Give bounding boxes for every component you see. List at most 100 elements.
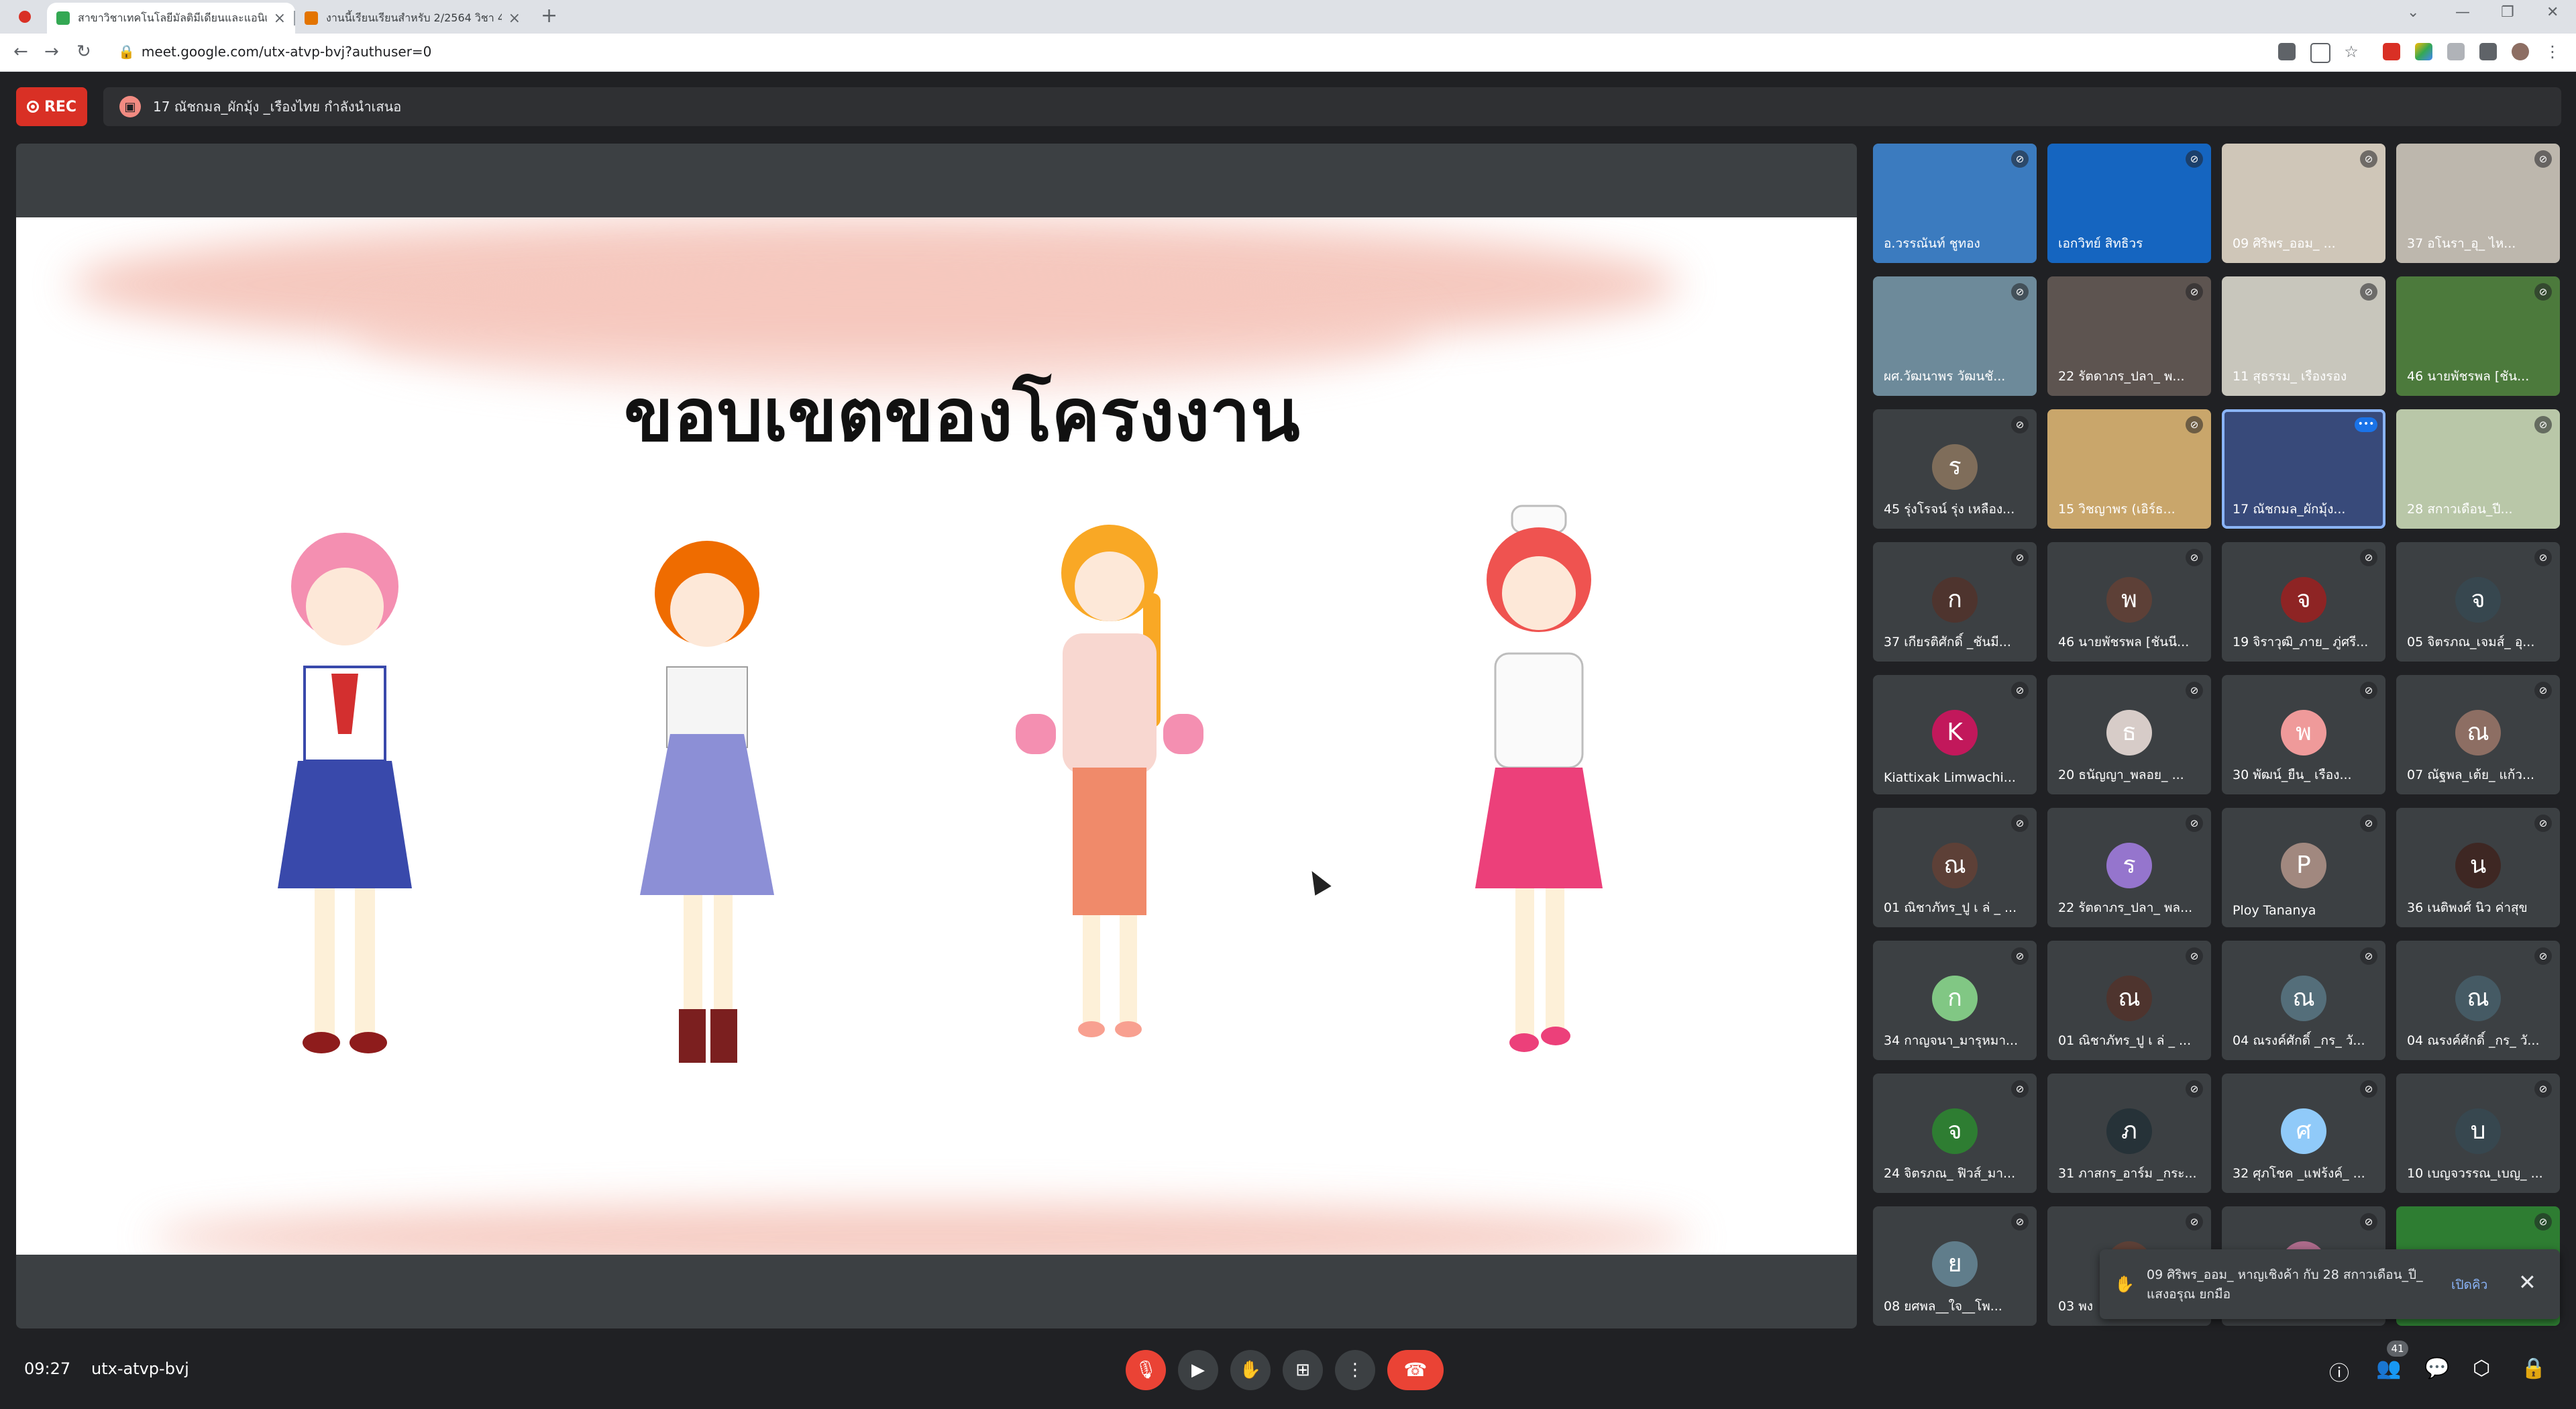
close-window-icon[interactable]: ✕	[2546, 4, 2559, 21]
restore-icon[interactable]: ❐	[2501, 4, 2514, 21]
participant-tile[interactable]: ⊘ 37 อโนรา_อุ_ ไห...	[2396, 144, 2560, 263]
participant-tile[interactable]: จ ⊘ 24 จิตรภณ_ ฟิวส์_มา...	[1873, 1074, 2037, 1193]
tab-assignment[interactable]: งานนี้เรียนเรียนสำหรับ 2/2564 วิชา 43 ×	[295, 3, 530, 34]
puzzle-icon[interactable]	[2479, 43, 2497, 60]
participant-tile[interactable]: ณ ⊘ 01 ณิชาภัทร_ปู เ ล่ _ ...	[1873, 808, 2037, 927]
minimize-icon[interactable]: —	[2455, 4, 2470, 21]
participant-tile[interactable]: ⊘ 46 นายพัชรพล [ชัน...	[2396, 276, 2560, 396]
mic-muted-icon: ⊘	[2186, 549, 2203, 566]
participant-name: 37 อโนรา_อุ_ ไห...	[2407, 236, 2516, 251]
end-call-button[interactable]: ☎	[1387, 1350, 1444, 1390]
recording-badge[interactable]: REC	[16, 87, 87, 126]
mic-muted-icon: ⊘	[2186, 416, 2203, 433]
mic-muted-icon: ⊘	[2360, 1080, 2377, 1098]
participant-tile[interactable]: ⊘ อ.วรรณันท์ ชูทอง	[1873, 144, 2037, 263]
chat-icon[interactable]: 💬	[2424, 1357, 2449, 1380]
host-controls-icon[interactable]: 🔒	[2521, 1357, 2546, 1380]
participant-tile[interactable]: P ⊘ Ploy Tananya	[2222, 808, 2385, 927]
mic-muted-icon: ⊘	[2186, 947, 2203, 965]
avatar: ธ	[2106, 710, 2152, 755]
mic-muted-icon: ⊘	[2011, 549, 2029, 566]
tab-search-icon[interactable]: ⌄	[2407, 4, 2419, 21]
camera-button[interactable]: ▶	[1178, 1350, 1218, 1390]
open-queue-button[interactable]: เปิดคิว	[2451, 1275, 2487, 1295]
tab-meet[interactable]: สาขาวิชาเทคโนโลยีมัลติมีเดียนและแอนิเม ×	[47, 3, 295, 34]
mic-off-button[interactable]: 🎙	[1126, 1350, 1166, 1390]
participant-tile[interactable]: ⊘ ผศ.วัฒนาพร วัฒนชั...	[1873, 276, 2037, 396]
meet-favicon-icon	[56, 11, 70, 25]
participant-tile[interactable]: น ⊘ 36 เนติพงศ์ นิว ค่าสุข	[2396, 808, 2560, 927]
participant-tile[interactable]: พ ⊘ 30 พัฒน์_ยืน_ เรือง...	[2222, 675, 2385, 794]
participant-name: Kiattixak Limwachi...	[1884, 770, 2016, 785]
participant-name: 08 ยศพล__ใจ__โพ...	[1884, 1299, 2002, 1314]
participant-tile[interactable]: ศ ⊘ 32 ศุภโชค _แฟร้งค์_ ...	[2222, 1074, 2385, 1193]
bookmark-star-icon[interactable]: ☆	[2343, 43, 2360, 60]
avatar: น	[2455, 843, 2501, 888]
extension-icon[interactable]	[2447, 43, 2465, 60]
participant-tile[interactable]: ณ ⊘ 01 ณิชาภัทร_ปู เ ล่ _ ...	[2047, 941, 2211, 1060]
profile-avatar[interactable]	[2512, 43, 2529, 60]
url-text: meet.google.com/utx-atvp-bvj?authuser=0	[141, 44, 432, 60]
participant-name: 20 ธนัญญา_พลอย_ ...	[2058, 768, 2184, 782]
participant-tile[interactable]: ภ ⊘ 31 ภาสกร_อาร์ม _กระ...	[2047, 1074, 2211, 1193]
participant-tile[interactable]: ธ ⊘ 20 ธนัญญา_พลอย_ ...	[2047, 675, 2211, 794]
participant-tile[interactable]: ณ ⊘ 04 ณรงค์ศักดิ์ _กร_ วั...	[2396, 941, 2560, 1060]
mic-muted-icon: ⊘	[2186, 150, 2203, 168]
back-icon[interactable]: ←	[13, 42, 28, 62]
participant-tile[interactable]: จ ⊘ 05 จิตรภณ_เจมส์_ อุ...	[2396, 542, 2560, 662]
close-notification-button[interactable]: ✕	[2518, 1269, 2536, 1295]
participant-tile[interactable]: ณ ⊘ 07 ณัฐพล_เต้ย_ แก้ว...	[2396, 675, 2560, 794]
meeting-code: utx-atvp-bvj	[91, 1359, 189, 1378]
participant-tile[interactable]: ⊘ 28 สกาวเดือน_ปี...	[2396, 409, 2560, 529]
avatar: P	[2281, 843, 2326, 888]
mic-muted-icon: ⊘	[2011, 416, 2029, 433]
meeting-details-icon[interactable]: ⓘ	[2329, 1357, 2349, 1386]
close-tab-icon[interactable]: ×	[508, 10, 521, 27]
participant-tile[interactable]: ⊘ เอกวิทย์ สิทธิวร	[2047, 144, 2211, 263]
notification-message: 09 ศิริพร_ออม_ หาญเชิงค้า กับ 28 สกาวเดื…	[2147, 1267, 2423, 1302]
avatar: พ	[2281, 710, 2326, 755]
people-icon[interactable]: 👥	[2376, 1357, 2401, 1380]
camera-in-use-icon[interactable]	[2278, 43, 2296, 60]
participant-tile[interactable]: ร ⊘ 22 รัตดาภร_ปลา_ พล...	[2047, 808, 2211, 927]
participant-tile[interactable]: ก ⊘ 37 เกียรติศักดิ์ _ชันมี...	[1873, 542, 2037, 662]
participant-name: 45 รุ่งโรจน์ รุ่ง เหลือง...	[1884, 502, 2015, 517]
participant-tile[interactable]: ณ ⊘ 04 ณรงค์ศักดิ์ _กร_ วั...	[2222, 941, 2385, 1060]
raise-hand-button[interactable]: ✋	[1230, 1350, 1271, 1390]
participant-name: 46 นายพัชรพล [ชัน...	[2407, 369, 2530, 384]
new-tab-button[interactable]: +	[541, 4, 557, 28]
activities-icon[interactable]: ⬡	[2473, 1357, 2490, 1380]
participant-tile[interactable]: ⊘ 15 วิชญาพร (เอิร์ธ...	[2047, 409, 2211, 529]
participant-name: 04 ณรงค์ศักดิ์ _กร_ วั...	[2233, 1033, 2365, 1048]
more-options-button[interactable]: ⋮	[1335, 1350, 1375, 1390]
avatar: K	[1932, 710, 1978, 755]
share-icon[interactable]	[2310, 43, 2330, 63]
participant-tile[interactable]: ย ⊘ 08 ยศพล__ใจ__โพ...	[1873, 1206, 2037, 1326]
participant-tile[interactable]: พ ⊘ 46 นายพัชรพล [ชันนี...	[2047, 542, 2211, 662]
participant-tile[interactable]: ⊘ 09 ศิริพร_ออม_ ...	[2222, 144, 2385, 263]
participant-tile[interactable]: ก ⊘ 34 กาญจนา_มารุหมา...	[1873, 941, 2037, 1060]
participant-tile[interactable]: K ⊘ Kiattixak Limwachi...	[1873, 675, 2037, 794]
url-field[interactable]: 🔒 meet.google.com/utx-atvp-bvj?authuser=0	[118, 44, 431, 60]
avatar: ย	[1932, 1241, 1978, 1287]
mic-muted-icon: ⊘	[2360, 150, 2377, 168]
forward-icon[interactable]: →	[44, 42, 59, 62]
pdf-extension-icon[interactable]	[2383, 43, 2400, 60]
mic-muted-icon: ⊘	[2534, 1213, 2552, 1231]
reload-icon[interactable]: ↻	[76, 42, 91, 62]
lock-icon: 🔒	[118, 44, 135, 60]
participant-tile[interactable]: ••• 17 ณัชกมล_ผักมุ้ง...	[2222, 409, 2385, 529]
mic-muted-icon: ⊘	[2186, 1213, 2203, 1231]
participant-tile[interactable]: ⊘ 11 สุธรรม_ เรืองรอง	[2222, 276, 2385, 396]
avatar: จ	[2455, 577, 2501, 623]
participant-tile[interactable]: ร ⊘ 45 รุ่งโรจน์ รุ่ง เหลือง...	[1873, 409, 2037, 529]
drive-extension-icon[interactable]	[2415, 43, 2432, 60]
participant-name: 07 ณัฐพล_เต้ย_ แก้ว...	[2407, 768, 2535, 782]
browser-menu-icon[interactable]: ⋮	[2544, 43, 2561, 60]
participant-tile[interactable]: จ ⊘ 19 จิราวุฒิ_ภาย_ ภู่ศรี...	[2222, 542, 2385, 662]
raised-hand-notification: ✋ 09 ศิริพร_ออม_ หาญเชิงค้า กับ 28 สกาวเ…	[2100, 1249, 2560, 1319]
present-button[interactable]: ⊞	[1283, 1350, 1323, 1390]
participant-tile[interactable]: บ ⊘ 10 เบญจวรรณ_เบญ_ ...	[2396, 1074, 2560, 1193]
participant-tile[interactable]: ⊘ 22 รัตดาภร_ปลา_ พ...	[2047, 276, 2211, 396]
close-tab-icon[interactable]: ×	[274, 10, 286, 27]
